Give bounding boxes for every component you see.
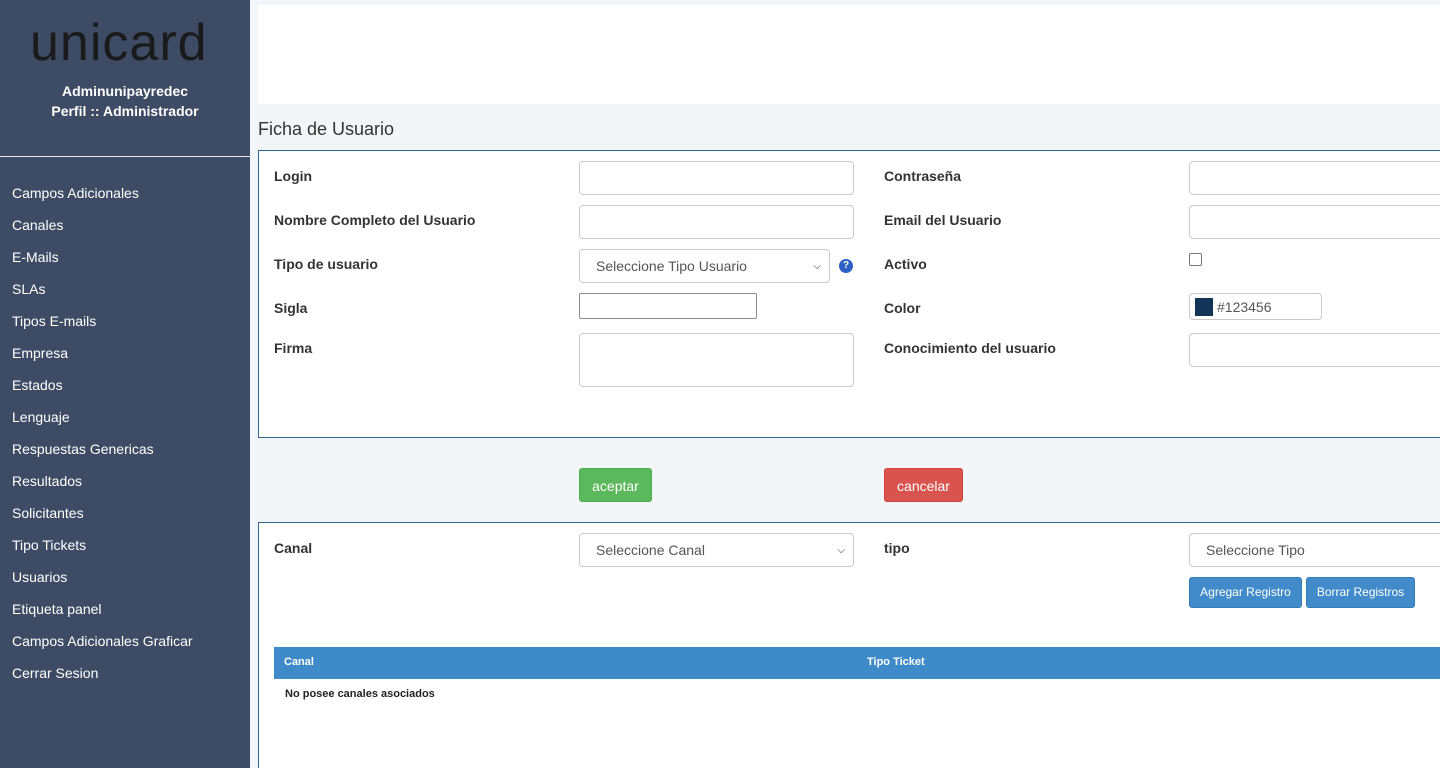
- signature-label: Firma: [274, 340, 313, 356]
- canal-select[interactable]: Seleccione Canal ⌵: [579, 533, 854, 567]
- sidebar-item-campos-adicionales[interactable]: Campos Adicionales: [0, 177, 250, 209]
- knowledge-input[interactable]: [1189, 333, 1440, 367]
- sidebar-menu: Campos Adicionales Canales E-Mails SLAs …: [0, 177, 250, 689]
- sidebar-item-solicitantes[interactable]: Solicitantes: [0, 497, 250, 529]
- sidebar-item-tipo-tickets[interactable]: Tipo Tickets: [0, 529, 250, 561]
- accept-button[interactable]: aceptar: [579, 468, 652, 502]
- table-header: Canal Tipo Ticket: [274, 647, 1440, 679]
- user-type-select[interactable]: Seleccione Tipo Usuario ⌵: [579, 249, 830, 283]
- active-checkbox[interactable]: [1189, 253, 1202, 266]
- chevron-down-icon: ⌵: [837, 544, 845, 556]
- sigla-label: Sigla: [274, 300, 308, 316]
- user-name: Adminunipayredec: [61, 83, 189, 99]
- user-type-selected: Seleccione Tipo Usuario: [596, 258, 747, 274]
- knowledge-label: Conocimiento del usuario: [884, 340, 1056, 356]
- sidebar: unicard Adminunipayredec Perfil :: Admin…: [0, 0, 250, 768]
- sidebar-item-tipos-emails[interactable]: Tipos E-mails: [0, 305, 250, 337]
- login-input[interactable]: [579, 161, 854, 195]
- sidebar-item-empresa[interactable]: Empresa: [0, 337, 250, 369]
- color-value: #123456: [1217, 298, 1272, 315]
- signature-textarea[interactable]: [579, 333, 854, 387]
- delete-records-button[interactable]: Borrar Registros: [1306, 577, 1415, 608]
- sidebar-item-etiqueta-panel[interactable]: Etiqueta panel: [0, 593, 250, 625]
- sidebar-item-canales[interactable]: Canales: [0, 209, 250, 241]
- fullname-label: Nombre Completo del Usuario: [274, 212, 476, 228]
- page-title: Ficha de Usuario: [258, 119, 395, 139]
- sidebar-item-respuestas-genericas[interactable]: Respuestas Genericas: [0, 433, 250, 465]
- add-record-button[interactable]: Agregar Registro: [1189, 577, 1302, 608]
- color-label: Color: [884, 300, 921, 316]
- column-header-canal[interactable]: Canal: [284, 656, 314, 668]
- tipo-selected: Seleccione Tipo: [1206, 542, 1305, 558]
- logo-text: unicard: [30, 14, 208, 70]
- password-label: Contraseña: [884, 168, 962, 184]
- tipo-select[interactable]: Seleccione Tipo: [1189, 533, 1440, 567]
- canal-label: Canal: [274, 540, 313, 556]
- sidebar-item-estados[interactable]: Estados: [0, 369, 250, 401]
- color-swatch: [1195, 297, 1213, 316]
- cancel-button[interactable]: cancelar: [884, 468, 963, 502]
- color-picker[interactable]: #123456: [1189, 293, 1322, 320]
- email-input[interactable]: [1189, 205, 1440, 239]
- empty-table-message: No posee canales asociados: [285, 688, 435, 700]
- canal-selected: Seleccione Canal: [596, 542, 705, 558]
- active-label: Activo: [884, 256, 927, 272]
- email-label: Email del Usuario: [884, 212, 1002, 228]
- top-header: [258, 5, 1440, 104]
- sigla-input[interactable]: [579, 293, 757, 319]
- sidebar-item-lenguaje[interactable]: Lenguaje: [0, 401, 250, 433]
- chevron-down-icon: ⌵: [813, 260, 821, 272]
- question-circle-icon[interactable]: ?: [839, 259, 853, 273]
- column-header-tipo-ticket[interactable]: Tipo Ticket: [867, 656, 925, 668]
- tipo-label: tipo: [884, 540, 910, 556]
- sidebar-item-slas[interactable]: SLAs: [0, 273, 250, 305]
- sidebar-item-campos-adicionales-graficar[interactable]: Campos Adicionales Graficar: [0, 625, 250, 657]
- password-input[interactable]: [1189, 161, 1440, 195]
- sidebar-item-usuarios[interactable]: Usuarios: [0, 561, 250, 593]
- unicard-logo: unicard: [30, 14, 208, 70]
- fullname-input[interactable]: [579, 205, 854, 239]
- user-profile: Perfil :: Administrador: [51, 103, 199, 119]
- sidebar-item-resultados[interactable]: Resultados: [0, 465, 250, 497]
- sidebar-divider: [0, 156, 250, 157]
- sidebar-item-cerrar-sesion[interactable]: Cerrar Sesion: [0, 657, 250, 689]
- sidebar-item-emails[interactable]: E-Mails: [0, 241, 250, 273]
- user-type-label: Tipo de usuario: [274, 256, 378, 272]
- login-label: Login: [274, 168, 313, 184]
